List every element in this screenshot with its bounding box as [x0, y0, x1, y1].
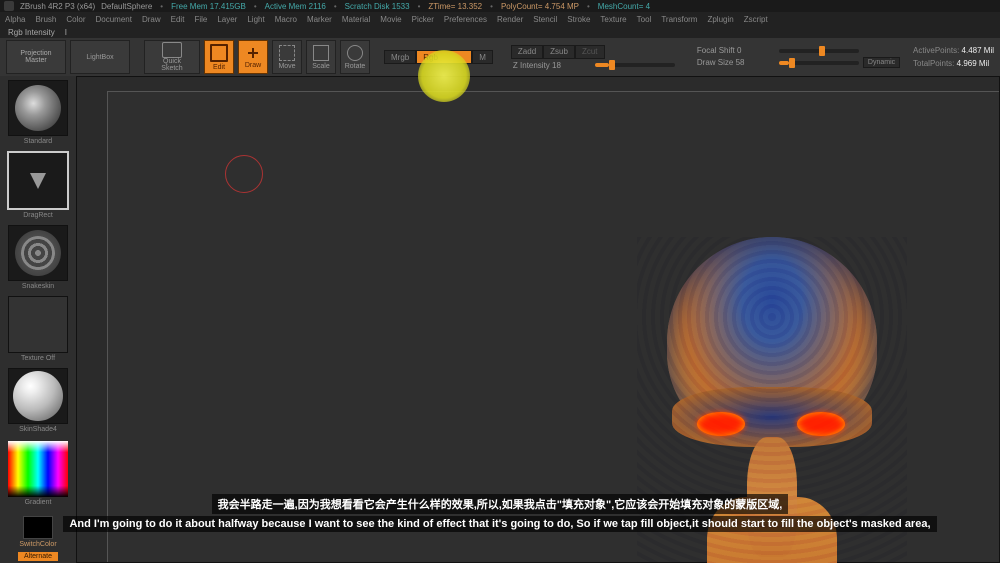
doc-name: DefaultSphere [101, 2, 152, 11]
stroke-thumbnail[interactable] [7, 151, 69, 209]
zsub-button[interactable]: Zsub [543, 45, 575, 59]
status-value: I [65, 28, 67, 37]
z-intensity-label: Z Intensity 18 [513, 61, 591, 70]
menu-zscript[interactable]: Zscript [741, 15, 771, 24]
menu-stencil[interactable]: Stencil [530, 15, 560, 24]
material-thumbnail[interactable] [8, 368, 68, 424]
scale-icon [313, 45, 329, 61]
status-bar: Rgb Intensity I [0, 26, 1000, 38]
m-button[interactable]: M [472, 50, 493, 64]
material-sphere-icon [13, 371, 63, 421]
menu-draw[interactable]: Draw [139, 15, 164, 24]
menu-tool[interactable]: Tool [634, 15, 655, 24]
mesh-info: ActivePoints: 4.487 Mil TotalPoints: 4.9… [913, 46, 994, 68]
move-icon [279, 45, 295, 61]
texture-thumbnail[interactable] [8, 296, 68, 352]
quick-sketch-button[interactable]: QuickSketch [144, 40, 200, 74]
menu-material[interactable]: Material [339, 15, 373, 24]
alpha-label: Snakeskin [22, 283, 54, 290]
z-intensity-slider[interactable] [595, 63, 675, 67]
meshcount: MeshCount= 4 [598, 2, 650, 11]
menu-marker[interactable]: Marker [304, 15, 335, 24]
edit-button[interactable]: Edit [204, 40, 234, 74]
menu-alpha[interactable]: Alpha [2, 15, 28, 24]
move-button[interactable]: Move [272, 40, 302, 74]
projection-master-button[interactable]: ProjectionMaster [6, 40, 66, 74]
left-tray: Standard DragRect Snakeskin Texture Off … [0, 76, 76, 563]
menu-picker[interactable]: Picker [409, 15, 437, 24]
menu-layer[interactable]: Layer [214, 15, 240, 24]
menu-document[interactable]: Document [93, 15, 135, 24]
rotate-button[interactable]: Rotate [340, 40, 370, 74]
brush-label: Standard [24, 138, 52, 145]
top-shelf: ProjectionMaster LightBox QuickSketch Ed… [0, 38, 1000, 76]
free-mem: Free Mem 17.415GB [171, 2, 246, 11]
scale-button[interactable]: Scale [306, 40, 336, 74]
color-swatch[interactable] [23, 516, 53, 539]
titlebar: ZBrush 4R2 P3 (x64) DefaultSphere • Free… [0, 0, 1000, 12]
scratch-disk: Scratch Disk 1533 [345, 2, 410, 11]
zadd-button[interactable]: Zadd [511, 45, 543, 59]
draw-icon [246, 46, 260, 60]
stroke-label: DragRect [23, 212, 53, 219]
rgb-button[interactable]: Rgb [416, 50, 472, 64]
polycount: PolyCount= 4.754 MP [501, 2, 579, 11]
app-icon [4, 1, 14, 11]
brush-cursor-icon [225, 155, 263, 193]
focal-shift-label: Focal Shift 0 [697, 46, 775, 55]
menu-macro[interactable]: Macro [272, 15, 300, 24]
alpha-thumbnail[interactable] [8, 225, 68, 281]
menu-preferences[interactable]: Preferences [441, 15, 490, 24]
lightbox-button[interactable]: LightBox [70, 40, 130, 74]
zcut-button[interactable]: Zcut [575, 45, 605, 59]
active-mem: Active Mem 2116 [265, 2, 326, 11]
menu-stroke[interactable]: Stroke [564, 15, 593, 24]
menubar: Alpha Brush Color Document Draw Edit Fil… [0, 12, 1000, 26]
draw-size-label: Draw Size 58 [697, 58, 775, 67]
draw-size-slider[interactable] [779, 61, 859, 65]
texture-label: Texture Off [21, 355, 55, 362]
snakeskin-icon [15, 230, 61, 276]
app-name: ZBrush 4R2 P3 (x64) [20, 2, 95, 11]
edit-icon [210, 44, 228, 62]
dynamic-button[interactable]: Dynamic [863, 57, 900, 68]
color-picker[interactable] [8, 441, 68, 497]
menu-light[interactable]: Light [244, 15, 267, 24]
viewport[interactable] [76, 76, 1000, 563]
mrgb-button[interactable]: Mrgb [384, 50, 416, 64]
menu-movie[interactable]: Movie [377, 15, 404, 24]
menu-transform[interactable]: Transform [658, 15, 700, 24]
status-label: Rgb Intensity [8, 28, 55, 37]
dragrect-arrow-icon [30, 173, 46, 189]
menu-texture[interactable]: Texture [597, 15, 629, 24]
ztime: ZTime= 13.352 [428, 2, 482, 11]
gradient-label[interactable]: Gradient [25, 499, 52, 506]
draw-button[interactable]: Draw [238, 40, 268, 74]
menu-brush[interactable]: Brush [32, 15, 59, 24]
menu-edit[interactable]: Edit [168, 15, 188, 24]
menu-file[interactable]: File [191, 15, 210, 24]
material-label: SkinShade4 [19, 426, 57, 433]
menu-render[interactable]: Render [494, 15, 526, 24]
menu-color[interactable]: Color [63, 15, 88, 24]
brush-thumbnail[interactable] [8, 80, 68, 136]
rotate-icon [347, 45, 363, 61]
focal-shift-slider[interactable] [779, 49, 859, 53]
menu-zplugin[interactable]: Zplugin [704, 15, 736, 24]
alternate-button[interactable]: Alternate [18, 552, 58, 561]
brush-swirl-icon [15, 85, 61, 131]
switchcolor-button[interactable]: SwitchColor [19, 541, 56, 548]
sketch-icon [162, 42, 182, 58]
sculpt-mesh [637, 237, 907, 563]
